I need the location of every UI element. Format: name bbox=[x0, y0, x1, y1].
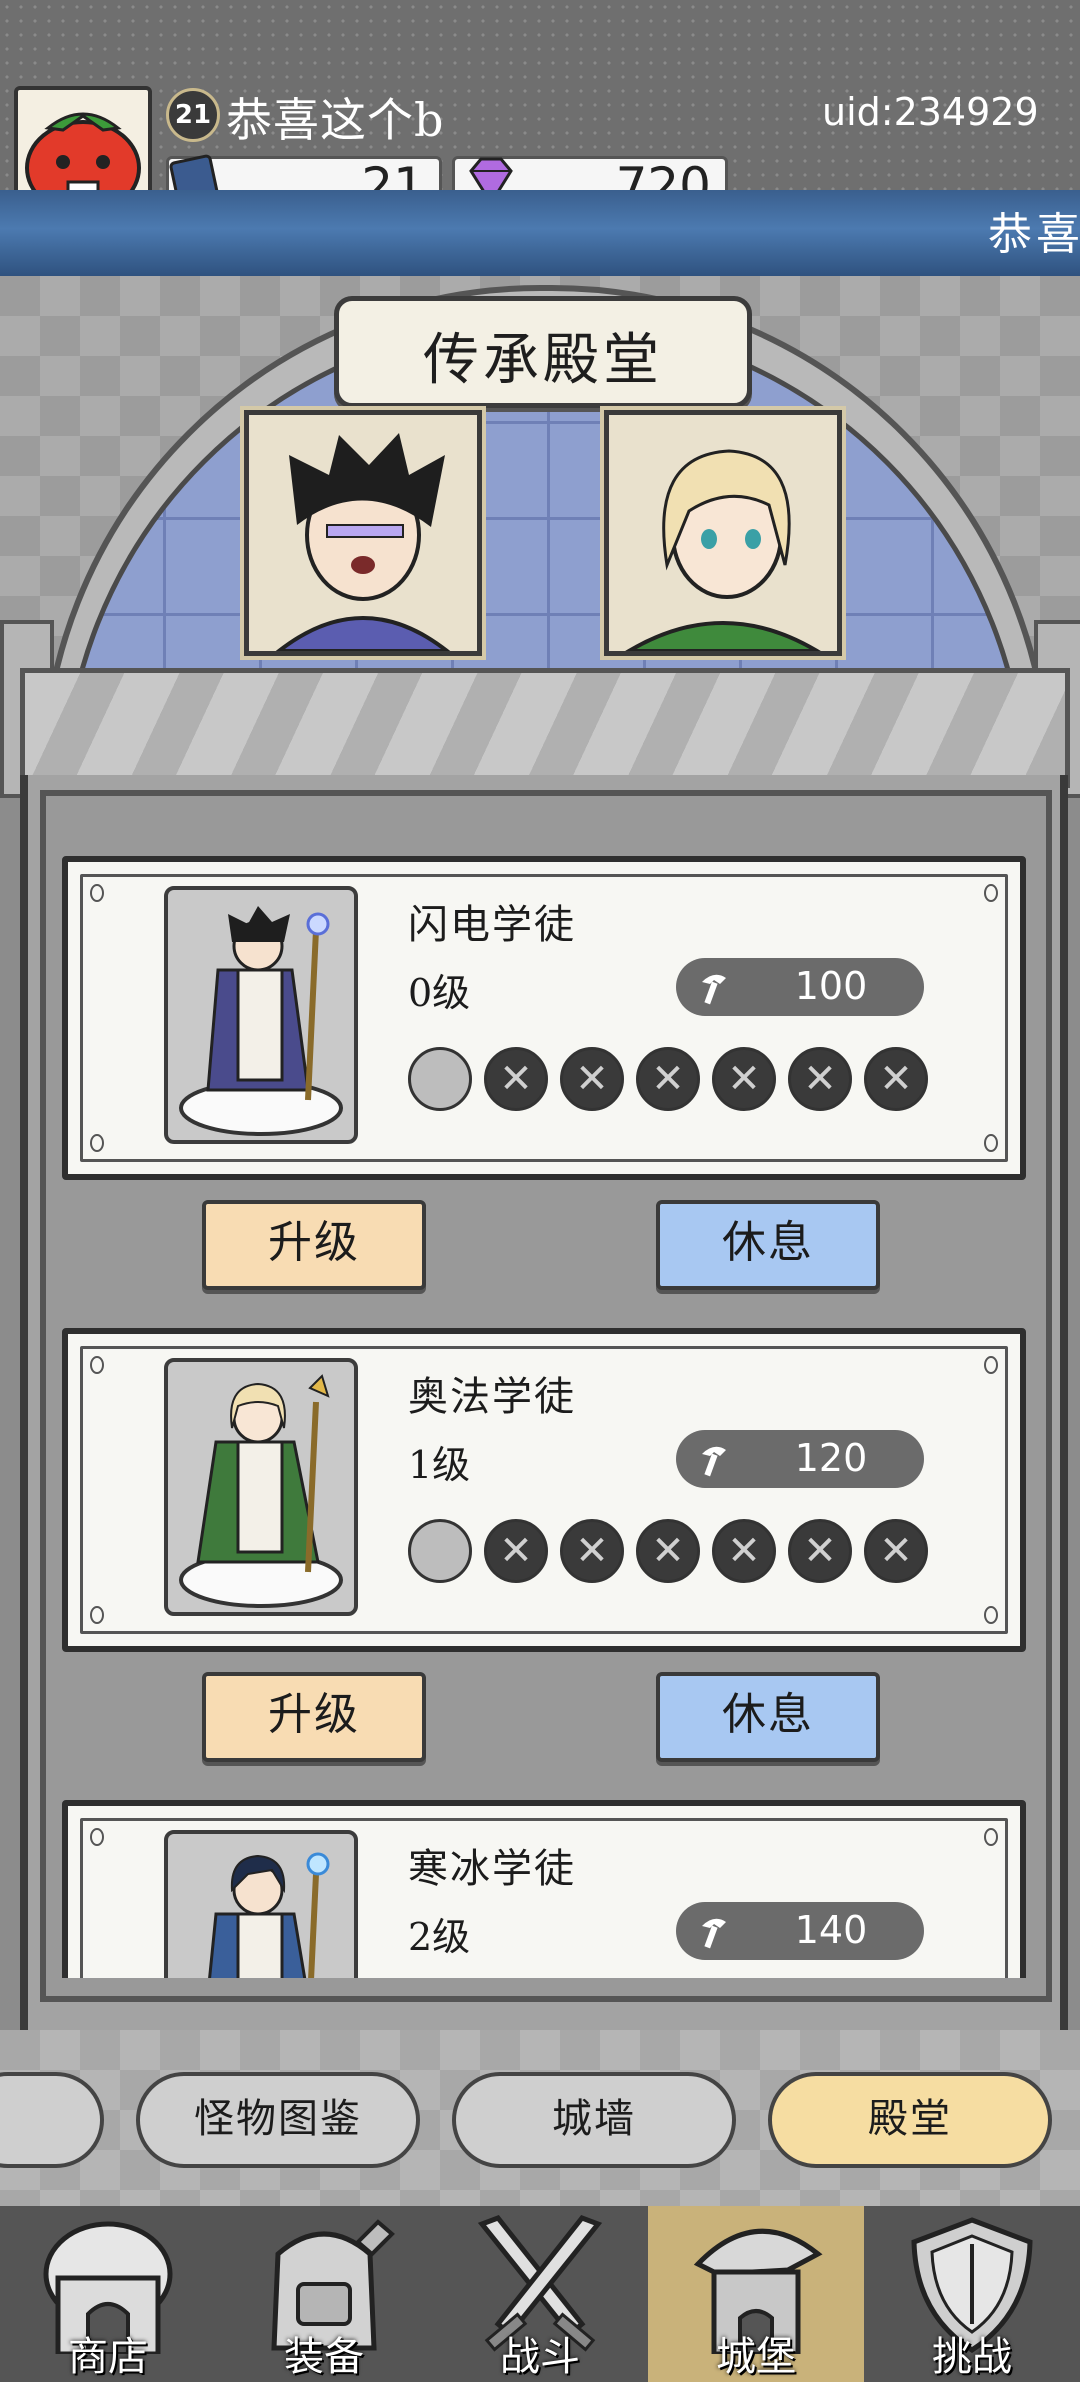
locked-skill-icon[interactable] bbox=[484, 1519, 548, 1583]
character-figure bbox=[164, 886, 358, 1144]
player-level-badge: 21 bbox=[166, 88, 220, 142]
player-name: 恭喜这个b bbox=[226, 93, 445, 147]
upgrade-cost: 100 bbox=[676, 958, 924, 1016]
locked-skill-icon[interactable] bbox=[712, 1047, 776, 1111]
rivet bbox=[90, 1828, 104, 1846]
nav-label: 战斗 bbox=[500, 2334, 580, 2380]
announcement-banner: 恭喜 bbox=[0, 190, 1080, 276]
rivet bbox=[90, 1356, 104, 1374]
tab-hall[interactable]: 殿堂 bbox=[768, 2072, 1052, 2168]
nav-challenge[interactable]: 挑战 bbox=[864, 2206, 1080, 2382]
hammer-icon bbox=[702, 1918, 726, 1949]
nav-castle[interactable]: 城堡 bbox=[648, 2206, 864, 2382]
rivet bbox=[984, 1134, 998, 1152]
portrait-lightning-apprentice[interactable] bbox=[244, 410, 482, 656]
nav-label: 装备 bbox=[284, 2334, 364, 2380]
locked-skill-icon[interactable] bbox=[560, 1047, 624, 1111]
upgrade-cost: 140 bbox=[676, 1902, 924, 1960]
locked-skill-icon[interactable] bbox=[712, 1519, 776, 1583]
sub-tab-hidden[interactable] bbox=[0, 2072, 104, 2168]
lightning-mage-figure-icon bbox=[179, 906, 343, 1136]
rivet bbox=[984, 884, 998, 902]
ice-mage-figure-icon bbox=[208, 1852, 330, 1978]
hall-title-plaque: 传承殿堂 bbox=[334, 296, 752, 408]
rivet bbox=[90, 884, 104, 902]
hall-title: 传承殿堂 bbox=[423, 328, 663, 393]
locked-skill-icon[interactable] bbox=[636, 1047, 700, 1111]
locked-skill-icon[interactable] bbox=[864, 1519, 928, 1583]
locked-skill-icon[interactable] bbox=[788, 1519, 852, 1583]
hall-ledge bbox=[20, 668, 1070, 788]
nav-equipment[interactable]: 装备 bbox=[216, 2206, 432, 2382]
rivet bbox=[984, 1828, 998, 1846]
skill-row bbox=[408, 1519, 928, 1591]
cost-value: 100 bbox=[794, 964, 868, 1008]
locked-skill-icon[interactable] bbox=[636, 1519, 700, 1583]
upgrade-cost: 120 bbox=[676, 1430, 924, 1488]
dark-haired-mage-portrait-icon bbox=[249, 415, 477, 651]
apprentice-name: 寒冰学徒 bbox=[408, 1846, 576, 1892]
locked-skill-icon[interactable] bbox=[864, 1047, 928, 1111]
player-uid: uid:234929 bbox=[822, 90, 1039, 134]
rivet bbox=[984, 1606, 998, 1624]
apprentice-card[interactable]: 寒冰学徒 2级 140 bbox=[62, 1800, 1026, 1978]
nav-label: 挑战 bbox=[932, 2334, 1012, 2380]
arcane-mage-figure-icon bbox=[179, 1374, 343, 1608]
hammer-icon bbox=[702, 1446, 726, 1477]
lightning-skill-icon[interactable] bbox=[408, 1047, 472, 1111]
locked-skill-icon[interactable] bbox=[560, 1519, 624, 1583]
rivet bbox=[984, 1356, 998, 1374]
tab-city-wall[interactable]: 城墙 bbox=[452, 2072, 736, 2168]
upgrade-button[interactable]: 升级 bbox=[202, 1200, 426, 1290]
arcane-skill-icon[interactable] bbox=[408, 1519, 472, 1583]
character-figure bbox=[164, 1830, 358, 1978]
tab-monster-codex[interactable]: 怪物图鉴 bbox=[136, 2072, 420, 2168]
cost-value: 140 bbox=[794, 1908, 868, 1952]
nav-label: 城堡 bbox=[716, 2334, 796, 2380]
locked-skill-icon[interactable] bbox=[788, 1047, 852, 1111]
apprentice-name: 闪电学徒 bbox=[408, 902, 576, 948]
blonde-mage-portrait-icon bbox=[609, 415, 837, 651]
hammer-icon bbox=[702, 974, 726, 1005]
rivet bbox=[90, 1606, 104, 1624]
nav-label: 商店 bbox=[68, 2334, 148, 2380]
skill-row bbox=[408, 1047, 928, 1119]
apprentice-card[interactable]: 闪电学徒 0级 100 bbox=[62, 856, 1026, 1180]
character-figure bbox=[164, 1358, 358, 1616]
portrait-arcane-apprentice[interactable] bbox=[604, 410, 842, 656]
apprentice-name: 奥法学徒 bbox=[408, 1374, 576, 1420]
apprentice-card[interactable]: 奥法学徒 1级 120 bbox=[62, 1328, 1026, 1652]
locked-skill-icon[interactable] bbox=[484, 1047, 548, 1111]
rivet bbox=[90, 1134, 104, 1152]
apprentice-list[interactable]: 闪电学徒 0级 100 升级 休息 bbox=[56, 850, 1026, 1978]
announcement-text: 恭喜 bbox=[988, 209, 1080, 260]
apprentice-level: 1级 bbox=[408, 1443, 471, 1487]
apprentice-level: 2级 bbox=[408, 1915, 471, 1959]
nav-battle[interactable]: 战斗 bbox=[432, 2206, 648, 2382]
upgrade-button[interactable]: 升级 bbox=[202, 1672, 426, 1762]
apprentice-level: 0级 bbox=[408, 971, 471, 1015]
rest-button[interactable]: 休息 bbox=[656, 1672, 880, 1762]
rest-button[interactable]: 休息 bbox=[656, 1200, 880, 1290]
cost-value: 120 bbox=[794, 1436, 868, 1480]
nav-shop[interactable]: 商店 bbox=[0, 2206, 216, 2382]
